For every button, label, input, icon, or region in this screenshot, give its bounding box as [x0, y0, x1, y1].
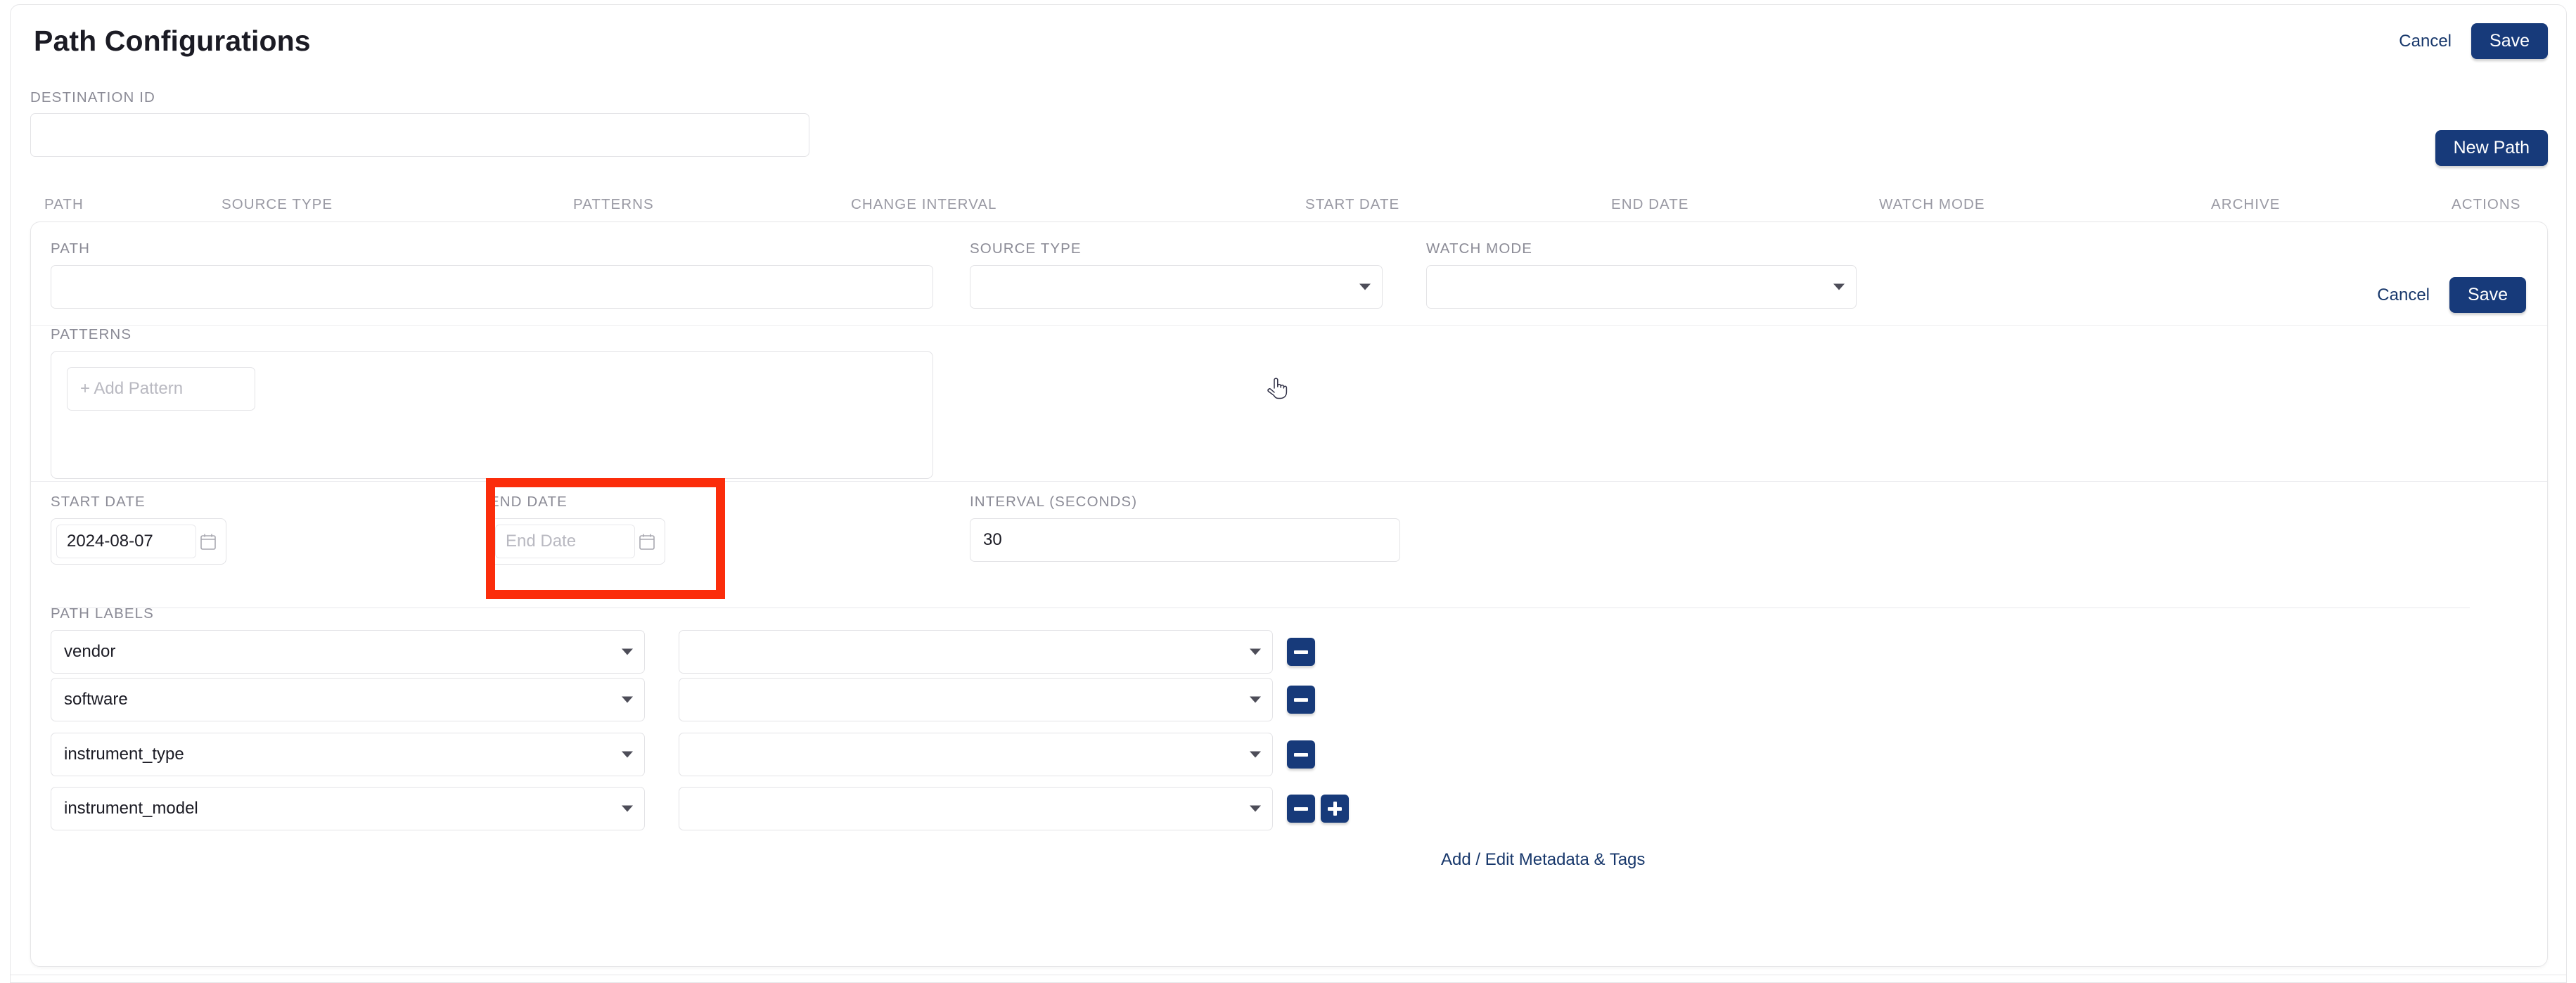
column-header-start-date: START DATE: [1305, 196, 1400, 212]
column-header-watch-mode: WATCH MODE: [1879, 196, 1985, 212]
save-button[interactable]: Save: [2471, 23, 2548, 59]
patterns-field: PATTERNS + Add Pattern: [51, 326, 933, 479]
chevron-down-icon: [622, 648, 633, 655]
patterns-container[interactable]: + Add Pattern: [51, 351, 933, 479]
add-edit-metadata-tags-link[interactable]: Add / Edit Metadata & Tags: [1441, 850, 1645, 870]
path-edit-panel: PATH SOURCE TYPE WATCH MODE Cancel Save …: [30, 221, 2548, 967]
path-label: PATH: [51, 240, 91, 257]
chevron-down-icon: [1250, 696, 1261, 703]
path-label-row: vendor: [51, 630, 1315, 674]
calendar-icon[interactable]: [635, 533, 659, 550]
minus-icon[interactable]: [1287, 686, 1315, 714]
column-header-end-date: END DATE: [1611, 196, 1689, 212]
row-actions: Cancel Save: [2376, 277, 2526, 313]
watch-mode-field: WATCH MODE: [1426, 240, 1857, 309]
source-type-field: SOURCE TYPE: [970, 240, 1383, 309]
path-input[interactable]: [51, 265, 933, 309]
chevron-down-icon: [622, 805, 633, 812]
chevron-down-icon: [1250, 805, 1261, 812]
table-column-headers: PATH SOURCE TYPE PATTERNS CHANGE INTERVA…: [11, 196, 2566, 217]
path-label-key-select-2[interactable]: instrument_type: [51, 733, 645, 776]
chevron-down-icon: [1250, 751, 1261, 758]
new-path-button[interactable]: New Path: [2435, 130, 2548, 166]
page-title: Path Configurations: [34, 25, 311, 57]
destination-id-label: DESTINATION ID: [30, 89, 155, 105]
end-date-value[interactable]: End Date: [495, 525, 635, 558]
path-label-value-select-2[interactable]: [679, 733, 1273, 776]
column-header-patterns: PATTERNS: [573, 196, 654, 212]
chevron-down-icon: [1359, 283, 1371, 290]
path-label-value-select-3[interactable]: [679, 787, 1273, 830]
column-header-change-interval: CHANGE INTERVAL: [851, 196, 997, 212]
path-label-row: instrument_model: [51, 787, 1349, 830]
destination-id-field: DESTINATION ID: [30, 89, 809, 157]
path-label-key-value-0: vendor: [64, 642, 116, 661]
header-actions: Cancel Save: [2397, 23, 2548, 59]
watch-mode-label: WATCH MODE: [1426, 240, 1533, 257]
source-type-label: SOURCE TYPE: [970, 240, 1082, 257]
interval-label: INTERVAL (SECONDS): [970, 494, 1138, 510]
path-field: PATH: [51, 240, 933, 309]
path-labels-label: PATH LABELS: [51, 605, 154, 622]
divider: [31, 325, 2547, 326]
column-header-actions: ACTIONS: [2452, 196, 2521, 212]
chevron-down-icon: [622, 751, 633, 758]
path-label-row: instrument_type: [51, 733, 1315, 776]
column-header-source-type: SOURCE TYPE: [222, 196, 333, 212]
end-date-picker[interactable]: End Date: [489, 518, 665, 565]
start-date-value[interactable]: 2024-08-07: [56, 525, 196, 558]
path-label-row: software: [51, 678, 1315, 721]
chevron-down-icon: [1250, 648, 1261, 655]
start-date-picker[interactable]: 2024-08-07: [51, 518, 226, 565]
source-type-select[interactable]: [970, 265, 1383, 309]
path-label-value-select-0[interactable]: [679, 630, 1273, 674]
path-configurations-card: Path Configurations Cancel Save DESTINAT…: [10, 4, 2567, 983]
start-date-label: START DATE: [51, 494, 146, 510]
row-save-button[interactable]: Save: [2449, 277, 2526, 313]
path-label-key-select-3[interactable]: instrument_model: [51, 787, 645, 830]
watch-mode-select[interactable]: [1426, 265, 1857, 309]
path-label-key-value-2: instrument_type: [64, 745, 184, 764]
minus-icon[interactable]: [1287, 795, 1315, 823]
interval-input[interactable]: [970, 518, 1400, 562]
path-label-key-value-1: software: [64, 690, 128, 709]
patterns-label: PATTERNS: [51, 326, 132, 342]
chevron-down-icon: [622, 696, 633, 703]
row-cancel-button[interactable]: Cancel: [2376, 283, 2431, 308]
path-label-key-select-1[interactable]: software: [51, 678, 645, 721]
end-date-field: END DATE End Date: [489, 494, 665, 565]
chevron-down-icon: [1833, 283, 1845, 290]
minus-icon[interactable]: [1287, 740, 1315, 769]
add-pattern-input[interactable]: + Add Pattern: [67, 367, 255, 411]
calendar-icon[interactable]: [196, 533, 220, 550]
interval-field: INTERVAL (SECONDS): [970, 494, 1400, 562]
column-header-archive: ARCHIVE: [2211, 196, 2281, 212]
divider: [31, 481, 2547, 482]
minus-icon[interactable]: [1287, 638, 1315, 666]
end-date-label: END DATE: [489, 494, 568, 510]
start-date-field: START DATE 2024-08-07: [51, 494, 226, 565]
column-header-path: PATH: [44, 196, 84, 212]
pointer-hand-cursor: [1267, 376, 1288, 405]
destination-id-input[interactable]: [30, 113, 809, 157]
path-label-key-value-3: instrument_model: [64, 799, 198, 818]
path-label-value-select-1[interactable]: [679, 678, 1273, 721]
plus-icon[interactable]: [1321, 795, 1349, 823]
path-label-key-select-0[interactable]: vendor: [51, 630, 645, 674]
cancel-button[interactable]: Cancel: [2397, 29, 2453, 54]
